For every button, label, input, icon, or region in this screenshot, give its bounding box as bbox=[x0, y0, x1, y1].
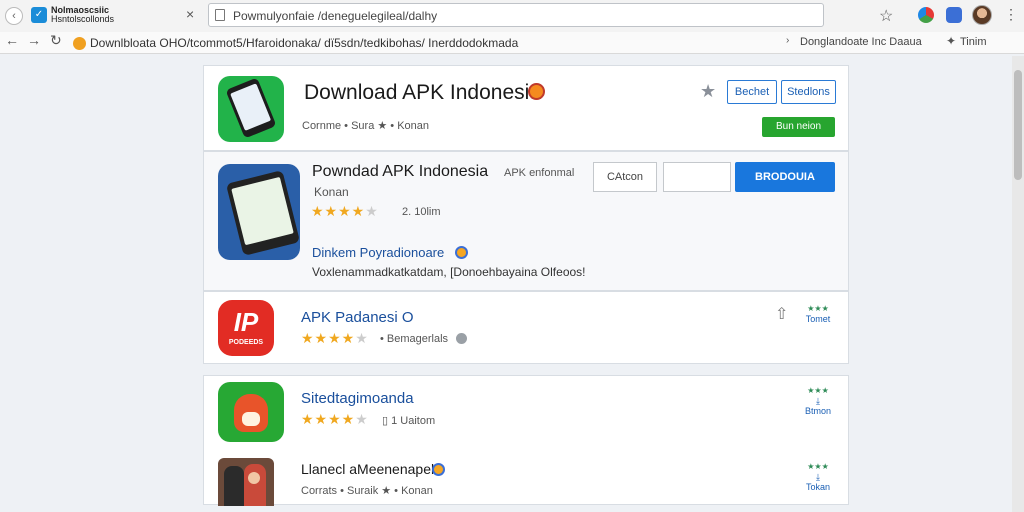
pin-icon[interactable]: ★ bbox=[700, 81, 716, 102]
featured-app-rating-text: 2. 10lim bbox=[402, 206, 441, 218]
tab-close-icon[interactable]: × bbox=[186, 6, 194, 22]
app-title[interactable]: Sitedtagimoanda bbox=[301, 390, 414, 407]
featured-app-title-suffix: APK enfonmal bbox=[504, 167, 575, 179]
badge-icon bbox=[432, 463, 445, 476]
address-bar[interactable]: Powmulyonfaie /deneguelegileal/dalhy bbox=[208, 3, 824, 27]
share-icon[interactable]: ⇧ bbox=[775, 304, 788, 324]
reload-icon[interactable]: ↻ bbox=[50, 32, 62, 49]
app-side-download[interactable]: ★★★ ⤓ Tokan bbox=[798, 462, 838, 492]
featured-app-subtitle: Konan bbox=[314, 185, 349, 199]
page-title: Download APK Indonesia bbox=[304, 81, 541, 104]
forward-arrow-icon[interactable]: → bbox=[27, 32, 41, 48]
featured-download-button[interactable]: BRODOUIA bbox=[735, 162, 835, 192]
link-badge-icon bbox=[455, 246, 468, 259]
bookmark-arrow-icon: › bbox=[786, 35, 790, 46]
app-icon-red[interactable]: IP PODEEDS bbox=[218, 300, 274, 356]
header-button-1[interactable]: Bechet bbox=[727, 80, 777, 104]
app-icon-main[interactable] bbox=[218, 76, 284, 142]
app-side-download[interactable]: ★★★ Tomet bbox=[798, 304, 838, 324]
list-item[interactable]: IP PODEEDS APK Padanesi O ★★★★★ • Bemage… bbox=[203, 291, 849, 364]
fox-icon bbox=[234, 394, 268, 432]
download-arrow-icon: ⤓ bbox=[816, 472, 820, 482]
app-meta: ▯ 1 Uaitom bbox=[382, 415, 436, 427]
badge-icon bbox=[528, 83, 545, 100]
app-icon-fox[interactable] bbox=[218, 382, 284, 442]
header-meta: Cornme • Sura ★ • Konan bbox=[302, 120, 430, 132]
app-meta: • Bemagerlals bbox=[380, 333, 449, 345]
phone-screen-icon bbox=[225, 170, 300, 256]
app-title[interactable]: Llanecl aMeenenapela bbox=[301, 461, 442, 477]
tab-favicon-icon: ✓ bbox=[31, 7, 47, 23]
mini-stars-icon: ★★★ bbox=[807, 462, 829, 471]
mini-stars-icon: ★★★ bbox=[807, 304, 829, 313]
featured-field-2[interactable] bbox=[663, 162, 731, 192]
tab-subtitle: Hsntolscollonds bbox=[51, 14, 115, 24]
featured-app-link[interactable]: Dinkem Poyradionoare bbox=[312, 245, 444, 260]
header-button-2[interactable]: Stedlons bbox=[781, 80, 836, 104]
app-rating-stars: ★★★★★ bbox=[301, 330, 369, 346]
bookmark-item-1[interactable]: Donglandoate Inc Daaua bbox=[800, 36, 922, 48]
header-green-button[interactable]: Bun neion bbox=[762, 117, 835, 137]
app-rating-stars: ★★★★★ bbox=[301, 411, 369, 427]
tab-bar: ‹ ✓ Nolmaoscsiic Hsntolscollonds × Powmu… bbox=[0, 0, 1024, 32]
site-favicon-icon bbox=[73, 37, 86, 50]
bookmark-star-icon[interactable]: ☆ bbox=[879, 6, 893, 26]
phone-icon bbox=[225, 77, 277, 139]
app-side-label: Btmon bbox=[804, 406, 831, 416]
bookmark-item-2[interactable]: Tinim bbox=[960, 36, 986, 48]
featured-app-description: Voxlenammadkatkatdam, [Donoehbayaina Olf… bbox=[312, 265, 586, 279]
back-circle-icon[interactable]: ‹ bbox=[5, 7, 23, 25]
mini-stars-icon: ★★★ bbox=[807, 386, 829, 395]
header-card: Download APK Indonesia Cornme • Sura ★ •… bbox=[203, 65, 849, 151]
app-icon-photo[interactable] bbox=[218, 458, 274, 506]
featured-app-icon[interactable] bbox=[218, 164, 300, 260]
menu-icon[interactable]: ⋮ bbox=[1004, 6, 1018, 23]
app-icon-red-label: PODEEDS bbox=[228, 339, 264, 346]
extension-puzzle-icon[interactable] bbox=[946, 7, 962, 23]
app-side-download[interactable]: ★★★ ⤓ Btmon bbox=[798, 386, 838, 416]
app-meta-text: 1 Uaitom bbox=[391, 415, 436, 427]
profile-avatar[interactable] bbox=[972, 5, 992, 25]
app-meta: Corrats • Suraik ★ • Konan bbox=[301, 485, 433, 497]
page-icon bbox=[215, 9, 225, 21]
info-icon bbox=[456, 333, 467, 344]
download-arrow-icon: ⤓ bbox=[816, 396, 820, 406]
back-arrow-icon[interactable]: ← bbox=[5, 32, 19, 48]
featured-app-card: Powndad APK Indonesia APK enfonmal Konan… bbox=[203, 151, 849, 291]
featured-app-title[interactable]: Powndad APK Indonesia bbox=[312, 163, 488, 181]
bookmark-puzzle-icon: ✦ bbox=[946, 34, 957, 48]
list-item[interactable]: Sitedtagimoanda ★★★★★ ▯ 1 Uaitom ★★★ ⤓ B… bbox=[203, 375, 849, 506]
app-meta-text: Bemagerlals bbox=[386, 333, 449, 345]
app-title[interactable]: APK Padanesi O bbox=[301, 309, 414, 326]
address-text[interactable]: Powmulyonfaie /deneguelegileal/dalhy bbox=[233, 9, 437, 23]
breadcrumb[interactable]: Downlbloata OHO/tcommot5/Hfaroidonaka/ d… bbox=[90, 36, 518, 50]
scrollbar-thumb[interactable] bbox=[1014, 70, 1022, 180]
app-side-label: Tomet bbox=[805, 314, 831, 324]
featured-app-rating-stars: ★★★★★ bbox=[311, 203, 379, 219]
featured-field-1[interactable]: CAtcon bbox=[593, 162, 657, 192]
extension-color-icon[interactable] bbox=[918, 7, 934, 23]
app-side-label: Tokan bbox=[805, 482, 831, 492]
